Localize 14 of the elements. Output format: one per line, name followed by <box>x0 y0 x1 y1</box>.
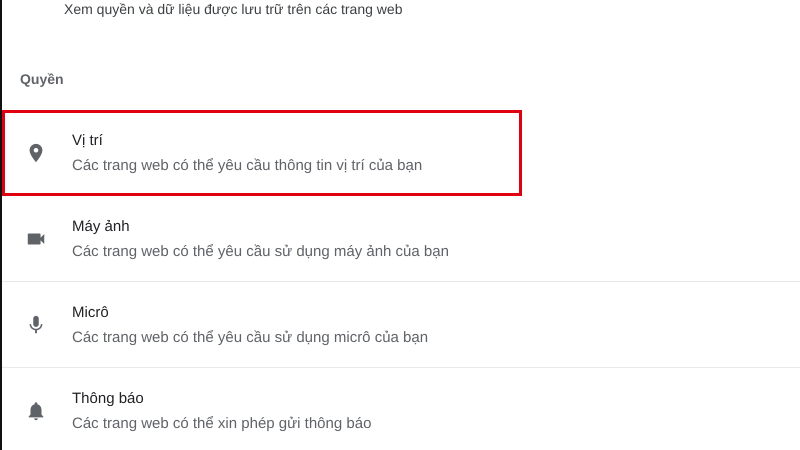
permission-title: Vị trí <box>72 132 104 148</box>
permission-item[interactable]: Micrô Các trang web có thể yêu cầu sử dụng micrô của bạn <box>2 282 800 368</box>
permission-description: Các trang web có thể yêu cầu sử dụng máy ảnh của bạn <box>72 242 449 260</box>
permission-title: Máy ảnh <box>72 218 131 234</box>
permission-item[interactable]: Máy ảnh Các trang web có thể yêu cầu sử dụng máy ảnh của bạn <box>2 196 800 282</box>
permission-description: Các trang web có thể yêu cầu thông tin vị trí của bạn <box>72 156 422 174</box>
description-text: Xem quyền và dữ liệu được lưu trữ trên các trang web <box>63 0 404 18</box>
permission-title: Micrô <box>72 304 110 320</box>
highlighted-permission-item[interactable]: Vị trí Các trang web có thể yêu cầu thông tin vị trí của bạn <box>2 110 522 196</box>
permission-item[interactable]: Thông báo Các trang web có thể xin phép gửi thông báo <box>2 368 800 450</box>
section-heading: Quyền <box>19 70 65 88</box>
permission-description: Các trang web có thể xin phép gửi thông báo <box>72 414 372 432</box>
permission-title: Thông báo <box>72 390 145 406</box>
permission-description: Các trang web có thể yêu cầu sử dụng micrô của bạn <box>72 328 428 346</box>
